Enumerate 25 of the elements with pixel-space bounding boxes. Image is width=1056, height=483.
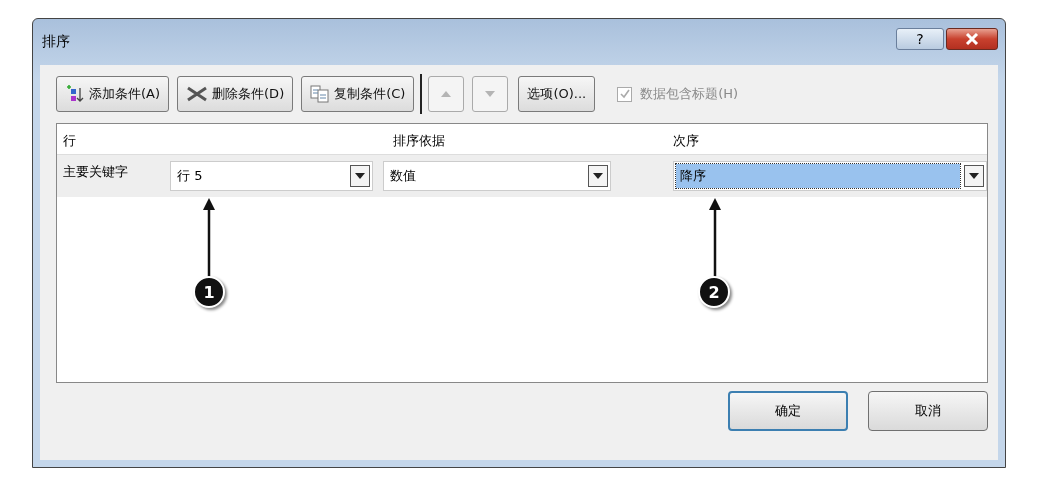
row-label: 主要关键字: [62, 163, 129, 181]
column-header: 行: [62, 132, 76, 150]
dialog-button[interactable]: 确定: [728, 391, 848, 431]
dropdown[interactable]: 降序: [673, 161, 987, 191]
callout-number: 1: [193, 276, 225, 308]
callout-number: 2: [698, 276, 730, 308]
cross-icon: [186, 86, 209, 102]
copy-button[interactable]: 复制条件(C): [301, 76, 415, 112]
dropdown[interactable]: 数值: [383, 161, 612, 191]
window-title: 排序: [42, 33, 70, 51]
close-button[interactable]: [946, 28, 998, 50]
copy-icon: [310, 85, 331, 103]
column-header: 次序: [672, 132, 699, 150]
checkmark-icon: [618, 88, 631, 100]
delete-button[interactable]: 删除条件(D): [177, 76, 294, 112]
options-button[interactable]: 选项(O)...: [518, 76, 596, 112]
column-header: 排序依据: [392, 132, 445, 150]
triangle-icon: [484, 90, 497, 98]
dialog-button[interactable]: 取消: [868, 391, 988, 431]
triangle-icon: [440, 90, 453, 98]
add-button[interactable]: 添加条件(A): [56, 76, 170, 112]
dropdown[interactable]: 行 5: [170, 161, 374, 191]
help-button[interactable]: ?: [896, 28, 944, 50]
sort-icon: [65, 84, 85, 104]
close-icon: [965, 33, 979, 45]
